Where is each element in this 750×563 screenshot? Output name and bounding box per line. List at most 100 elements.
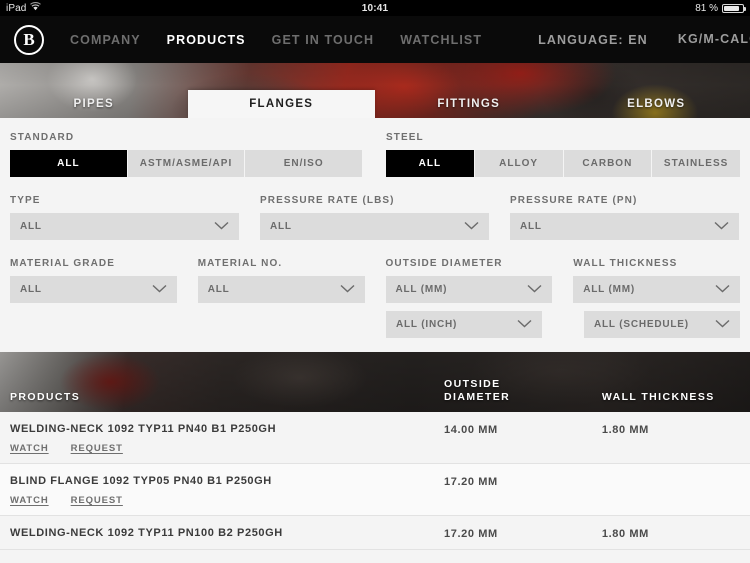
steel-option-stainless[interactable]: STAINLESS bbox=[652, 150, 740, 177]
tab-pipes[interactable]: PIPES bbox=[0, 90, 188, 118]
material-grade-dropdown[interactable]: ALL bbox=[10, 276, 177, 303]
wall-thickness-mm-value: ALL (MM) bbox=[583, 284, 636, 295]
watch-link[interactable]: WATCH bbox=[10, 443, 49, 454]
nav-item-watchlist[interactable]: WATCHLIST bbox=[400, 33, 482, 47]
chevron-down-icon bbox=[152, 284, 167, 296]
wall-thickness-schedule-filter: ALL (SCHEDULE) bbox=[584, 311, 740, 338]
product-wall-thickness: 1.80 MM bbox=[601, 528, 649, 540]
standard-option-astm[interactable]: ASTM/ASME/API bbox=[127, 150, 246, 177]
material-no-value: ALL bbox=[207, 284, 230, 295]
pressure-rate-lbs-label: PRESSURE RATE (LBS) bbox=[260, 195, 395, 206]
outside-diameter-label: OUTSIDE DIAMETER bbox=[385, 258, 503, 269]
filter-panel: STANDARD ALL ASTM/ASME/API EN/ISO STEEL … bbox=[0, 118, 750, 338]
product-outside-diameter: 17.20 MM bbox=[444, 476, 498, 488]
pressure-rate-lbs-dropdown[interactable]: ALL bbox=[260, 213, 489, 240]
chevron-down-icon bbox=[340, 284, 355, 296]
product-results-list: WELDING-NECK 1092 TYP11 PN40 B1 P250GH W… bbox=[0, 412, 750, 550]
column-header-wall-thickness: WALL THICKNESS bbox=[601, 391, 715, 403]
product-actions: WATCH REQUEST bbox=[10, 495, 444, 506]
status-right: 81 % bbox=[695, 2, 746, 14]
nav-item-products[interactable]: PRODUCTS bbox=[167, 33, 246, 47]
pressure-rate-pn-label: PRESSURE RATE (PN) bbox=[510, 195, 638, 206]
product-outside-diameter: 14.00 MM bbox=[444, 424, 498, 436]
chevron-down-icon bbox=[715, 284, 730, 296]
outside-diameter-inch-value: ALL (INCH) bbox=[396, 319, 458, 330]
chevron-down-icon bbox=[714, 221, 729, 233]
nav-item-get-in-touch[interactable]: GET IN TOUCH bbox=[272, 33, 375, 47]
table-row[interactable]: WELDING-NECK 1092 TYP11 PN100 B2 P250GH … bbox=[0, 516, 750, 550]
device-name: iPad bbox=[6, 2, 27, 14]
chevron-down-icon bbox=[715, 319, 730, 331]
chevron-down-icon bbox=[214, 221, 229, 233]
dropdown-row-3: ALL (INCH) ALL (SCHEDULE) bbox=[10, 311, 740, 338]
request-link[interactable]: REQUEST bbox=[71, 443, 123, 454]
column-header-outside-diameter-line1: OUTSIDE bbox=[444, 378, 501, 390]
standard-option-eniso[interactable]: EN/ISO bbox=[245, 150, 363, 177]
wall-thickness-label: WALL THICKNESS bbox=[573, 258, 678, 269]
product-wall-thickness bbox=[602, 475, 740, 476]
product-cell: BLIND FLANGE 1092 TYP05 PN40 B1 P250GH W… bbox=[10, 475, 444, 506]
chevron-down-icon bbox=[464, 221, 479, 233]
standard-segmented-control: ALL ASTM/ASME/API EN/ISO bbox=[10, 150, 363, 177]
kgm-calculator-button[interactable]: KG/M-CALCULATOR bbox=[678, 32, 750, 48]
material-grade-label: MATERIAL GRADE bbox=[10, 258, 116, 269]
table-row[interactable]: BLIND FLANGE 1092 TYP05 PN40 B1 P250GH W… bbox=[0, 464, 750, 516]
ios-status-bar: iPad 10:41 81 % bbox=[0, 0, 750, 16]
results-header-banner: PRODUCTS OUTSIDE DIAMETER WALL THICKNESS bbox=[0, 352, 750, 412]
pressure-rate-pn-value: ALL bbox=[520, 221, 542, 232]
steel-option-carbon[interactable]: CARBON bbox=[563, 150, 653, 177]
outside-diameter-mm-dropdown[interactable]: ALL (MM) bbox=[385, 276, 553, 303]
outside-diameter-filter: OUTSIDE DIAMETER ALL (MM) bbox=[385, 258, 553, 303]
steel-option-all[interactable]: ALL bbox=[386, 150, 475, 177]
table-row[interactable]: WELDING-NECK 1092 TYP11 PN40 B1 P250GH W… bbox=[0, 412, 750, 464]
watch-link[interactable]: WATCH bbox=[10, 495, 49, 506]
product-cell: WELDING-NECK 1092 TYP11 PN100 B2 P250GH bbox=[10, 527, 444, 539]
kgm-calculator-label: KG/M-CALCULATOR bbox=[677, 31, 750, 46]
top-navigation-bar: B COMPANY PRODUCTS GET IN TOUCH WATCHLIS… bbox=[0, 16, 750, 63]
standard-option-all[interactable]: ALL bbox=[10, 150, 128, 177]
brand-logo-icon[interactable]: B bbox=[14, 24, 44, 55]
outside-diameter-mm-value: ALL (MM) bbox=[395, 284, 448, 295]
product-name: WELDING-NECK 1092 TYP11 PN40 B1 P250GH bbox=[10, 423, 277, 435]
outside-diameter-inch-filter: ALL (INCH) bbox=[386, 311, 542, 338]
material-no-label: MATERIAL NO. bbox=[197, 258, 283, 269]
pressure-rate-pn-dropdown[interactable]: ALL bbox=[510, 213, 739, 240]
language-selector[interactable]: LANGUAGE: EN bbox=[538, 33, 648, 47]
wall-thickness-mm-dropdown[interactable]: ALL (MM) bbox=[573, 276, 740, 303]
material-grade-filter: MATERIAL GRADE ALL bbox=[10, 258, 177, 303]
tab-fittings[interactable]: FITTINGS bbox=[375, 90, 563, 118]
dropdown-row-2: MATERIAL GRADE ALL MATERIAL NO. ALL OUTS… bbox=[10, 258, 740, 303]
logo-letter: B bbox=[23, 29, 35, 49]
battery-percent: 81 % bbox=[695, 2, 718, 14]
wall-thickness-filter: WALL THICKNESS ALL (MM) bbox=[573, 258, 740, 303]
type-dropdown[interactable]: ALL bbox=[10, 213, 239, 240]
product-actions: WATCH REQUEST bbox=[10, 443, 444, 454]
status-left: iPad bbox=[6, 2, 42, 14]
dropdown-row-1: TYPE ALL PRESSURE RATE (LBS) ALL PRESSUR… bbox=[10, 195, 740, 240]
material-no-dropdown[interactable]: ALL bbox=[197, 276, 365, 303]
product-name: WELDING-NECK 1092 TYP11 PN100 B2 P250GH bbox=[10, 527, 283, 539]
wall-thickness-schedule-dropdown[interactable]: ALL (SCHEDULE) bbox=[584, 311, 740, 338]
results-header-row: PRODUCTS OUTSIDE DIAMETER WALL THICKNESS bbox=[0, 352, 750, 412]
product-wall-thickness: 1.80 MM bbox=[601, 424, 649, 436]
column-header-outside-diameter: OUTSIDE DIAMETER bbox=[444, 378, 602, 404]
outside-diameter-inch-dropdown[interactable]: ALL (INCH) bbox=[386, 311, 542, 338]
hero-banner-image: PIPES FLANGES FITTINGS ELBOWS bbox=[0, 63, 750, 118]
steel-filter-group: STEEL ALL ALLOY CARBON STAINLESS bbox=[386, 132, 740, 177]
wifi-icon bbox=[30, 2, 42, 14]
material-no-filter: MATERIAL NO. ALL bbox=[197, 258, 365, 303]
pressure-rate-pn-filter: PRESSURE RATE (PN) ALL bbox=[510, 195, 739, 240]
nav-right-group: LANGUAGE: EN KG/M-CALCULATOR bbox=[508, 32, 750, 48]
steel-option-alloy[interactable]: ALLOY bbox=[474, 150, 564, 177]
pressure-rate-lbs-value: ALL bbox=[270, 221, 292, 232]
nav-item-company[interactable]: COMPANY bbox=[70, 33, 141, 47]
steel-filter-label: STEEL bbox=[386, 132, 424, 143]
tab-flanges[interactable]: FLANGES bbox=[187, 90, 375, 118]
category-tab-bar: PIPES FLANGES FITTINGS ELBOWS bbox=[0, 90, 750, 118]
tab-elbows[interactable]: ELBOWS bbox=[563, 90, 750, 118]
product-name: BLIND FLANGE 1092 TYP05 PN40 B1 P250GH bbox=[10, 475, 272, 487]
standard-filter-group: STANDARD ALL ASTM/ASME/API EN/ISO bbox=[10, 132, 363, 177]
battery-icon bbox=[722, 3, 746, 13]
request-link[interactable]: REQUEST bbox=[71, 495, 123, 506]
column-header-products: PRODUCTS bbox=[10, 391, 81, 403]
